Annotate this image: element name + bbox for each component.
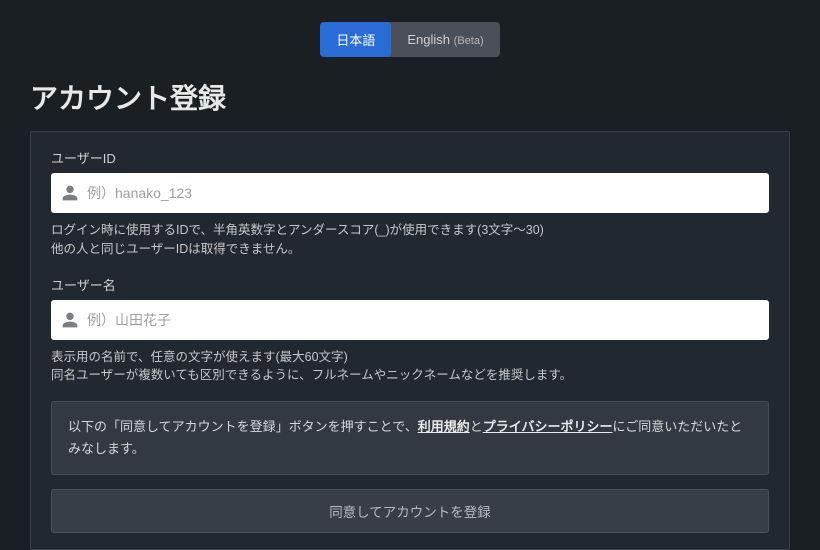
lang-en-beta: (Beta) [454,35,484,47]
user-name-help-line2: 同名ユーザーが複数いても区別できるように、フルネームやニックネームなどを推奨しま… [51,366,769,385]
lang-ja-button[interactable]: 日本語 [320,22,391,57]
consent-box: 以下の「同意してアカウントを登録」ボタンを押すことで、利用規約とプライバシーポリ… [51,401,769,475]
user-name-input[interactable] [79,312,759,328]
page-title: アカウント登録 [30,77,790,117]
consent-pre: 以下の「同意してアカウントを登録」ボタンを押すことで、 [68,419,418,434]
registration-panel: ユーザーID ログイン時に使用するIDで、半角英数字とアンダースコア(_)が使用… [30,131,790,550]
language-group: 日本語 English (Beta) [320,22,499,57]
user-id-help-line2: 他の人と同じユーザーIDは取得できません。 [51,240,769,259]
submit-button[interactable]: 同意してアカウントを登録 [51,489,769,533]
language-switcher: 日本語 English (Beta) [0,0,820,65]
user-name-label: ユーザー名 [51,275,769,294]
person-icon [61,184,79,202]
user-id-label: ユーザーID [51,148,769,167]
lang-en-button[interactable]: English (Beta) [391,22,499,57]
user-id-help: ログイン時に使用するIDで、半角英数字とアンダースコア(_)が使用できます(3文… [51,221,769,259]
user-name-help-line1: 表示用の名前で、任意の文字が使えます(最大60文字) [51,348,769,367]
user-name-input-wrap [51,300,769,340]
privacy-link[interactable]: プライバシーポリシー [483,419,613,434]
consent-and: と [470,419,483,434]
user-id-input[interactable] [79,185,759,201]
user-id-help-line1: ログイン時に使用するIDで、半角英数字とアンダースコア(_)が使用できます(3文… [51,221,769,240]
user-name-help: 表示用の名前で、任意の文字が使えます(最大60文字) 同名ユーザーが複数いても区… [51,348,769,386]
user-id-input-wrap [51,173,769,213]
person-icon [61,311,79,329]
lang-en-label: English [407,32,450,47]
tos-link[interactable]: 利用規約 [418,419,470,434]
